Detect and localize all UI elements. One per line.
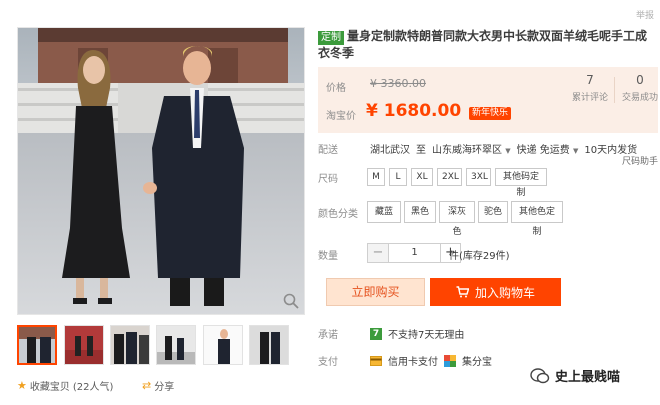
wechat-icon (530, 367, 550, 383)
promo-tag: 新年快乐 (469, 107, 512, 120)
quantity-decrease-button[interactable]: − (368, 244, 388, 262)
jifenbao-icon (444, 354, 456, 367)
ship-to-value: 山东威海环翠区 (432, 145, 502, 156)
favorite-button[interactable]: ★ 收藏宝贝 (22人气) (17, 378, 113, 393)
report-link[interactable]: 举报 (636, 8, 654, 21)
star-icon: ★ (17, 379, 27, 392)
price-panel: 价格 ¥ 3360.00 淘宝价 ¥ 1680.00 新年快乐 7 累计评论 0… (318, 67, 658, 133)
thumbnail-3[interactable] (110, 325, 150, 365)
add-to-cart-label: 加入购物车 (474, 285, 535, 300)
cart-icon (456, 286, 469, 298)
shipping-row: 配送 湖北武汉 至 山东威海环翠区 ▼ 快递 免运费 ▼ 10天内发货 (318, 141, 637, 156)
thumbnail-2[interactable] (64, 325, 104, 365)
ship-method-select[interactable]: 快递 免运费 ▼ (517, 141, 579, 156)
thumbnail-6[interactable] (249, 325, 289, 365)
size-label: 尺码 (318, 174, 338, 185)
thumbnail-3-image (111, 326, 149, 364)
size-helper-link[interactable]: 尺码助手 (622, 154, 658, 167)
thumbnail-6-image (250, 326, 288, 364)
ship-method-value: 快递 免运费 (516, 145, 570, 156)
thumbnail-5[interactable] (203, 325, 243, 365)
size-option-3xl[interactable]: 3XL (466, 168, 491, 186)
color-option-dark-gray[interactable]: 深灰色 (439, 201, 475, 237)
quantity-input[interactable]: 1 (388, 244, 440, 262)
payment-row: 支付 信用卡支付 集分宝 (318, 353, 492, 368)
ship-from: 湖北武汉 (370, 145, 410, 156)
thumbnail-strip (17, 325, 305, 365)
quantity-stepper: − 1 + (367, 243, 461, 263)
promise-label: 承诺 (318, 330, 338, 341)
product-title-text: 量身定制款特朗普同款大衣男中长款双面羊绒毛呢手工成衣冬季 (318, 29, 648, 60)
zoom-icon[interactable] (282, 292, 300, 310)
quantity-label: 数量 (318, 251, 338, 262)
add-to-cart-button[interactable]: 加入购物车 (430, 278, 561, 306)
favorite-label: 收藏宝贝 (29, 382, 70, 393)
main-photo-illustration (18, 28, 304, 314)
product-page: 举报 ★ 收藏宝贝 (22人气) ⇄ 分享 定制 量身定制款特朗普同款大衣男中长… (0, 0, 660, 405)
chevron-down-icon: ▼ (505, 147, 511, 155)
size-option-custom[interactable]: 其他码定制 (495, 168, 547, 198)
shipping-label: 配送 (318, 145, 338, 156)
size-option-xl[interactable]: XL (411, 168, 433, 186)
ship-to-word: 至 (416, 145, 426, 156)
stock-info: 件(库存29件) (449, 251, 510, 262)
popularity-count: (22人气) (72, 382, 114, 393)
color-label: 颜色分类 (318, 209, 358, 220)
thumbnail-4[interactable] (156, 325, 196, 365)
credit-card-icon (370, 355, 382, 366)
color-option-custom[interactable]: 其他色定制 (511, 201, 563, 237)
jifenbao-text: 集分宝 (462, 357, 492, 368)
watermark: 史上最贱喵 (530, 366, 620, 385)
share-icon: ⇄ (142, 379, 152, 392)
thumbnail-1-image (19, 327, 55, 363)
payment-label: 支付 (318, 357, 338, 368)
transaction-count: 0 (636, 73, 644, 87)
thumbnail-1[interactable] (17, 325, 57, 365)
taobao-price: ¥ 1680.00 (366, 101, 462, 121)
price-label: 价格 (326, 83, 346, 94)
watermark-text: 史上最贱喵 (555, 370, 621, 385)
stat-transactions: 0 交易成功 (610, 73, 660, 103)
thumbnail-4-image (157, 326, 195, 364)
ship-to-select[interactable]: 山东威海环翠区 ▼ (432, 141, 511, 156)
size-option-l[interactable]: L (389, 168, 407, 186)
product-title: 定制 量身定制款特朗普同款大衣男中长款双面羊绒毛呢手工成衣冬季 (318, 28, 658, 61)
thumbnail-2-image (65, 326, 103, 364)
size-option-2xl[interactable]: 2XL (437, 168, 462, 186)
share-button[interactable]: ⇄ 分享 (142, 378, 174, 393)
custom-tag: 定制 (318, 31, 344, 45)
thumbnail-5-image (204, 326, 242, 364)
color-option-navy[interactable]: 藏蓝 (367, 201, 401, 223)
buy-now-button[interactable]: 立即购买 (326, 278, 425, 306)
color-option-camel[interactable]: 驼色 (478, 201, 508, 223)
transaction-label: 交易成功 (621, 93, 658, 103)
taobao-price-label: 淘宝价 (326, 111, 356, 122)
share-label: 分享 (154, 382, 175, 393)
size-option-m[interactable]: M (367, 168, 385, 186)
color-option-black[interactable]: 黑色 (404, 201, 436, 223)
chevron-down-icon: ▼ (572, 147, 579, 155)
seven-day-icon: 7 (370, 327, 382, 340)
promise-row: 承诺 7 不支持7天无理由 (318, 326, 464, 341)
original-price: ¥ 3360.00 (370, 77, 426, 90)
promise-text: 不支持7天无理由 (388, 330, 465, 341)
credit-card-text: 信用卡支付 (388, 357, 438, 368)
main-product-image[interactable] (17, 27, 305, 315)
